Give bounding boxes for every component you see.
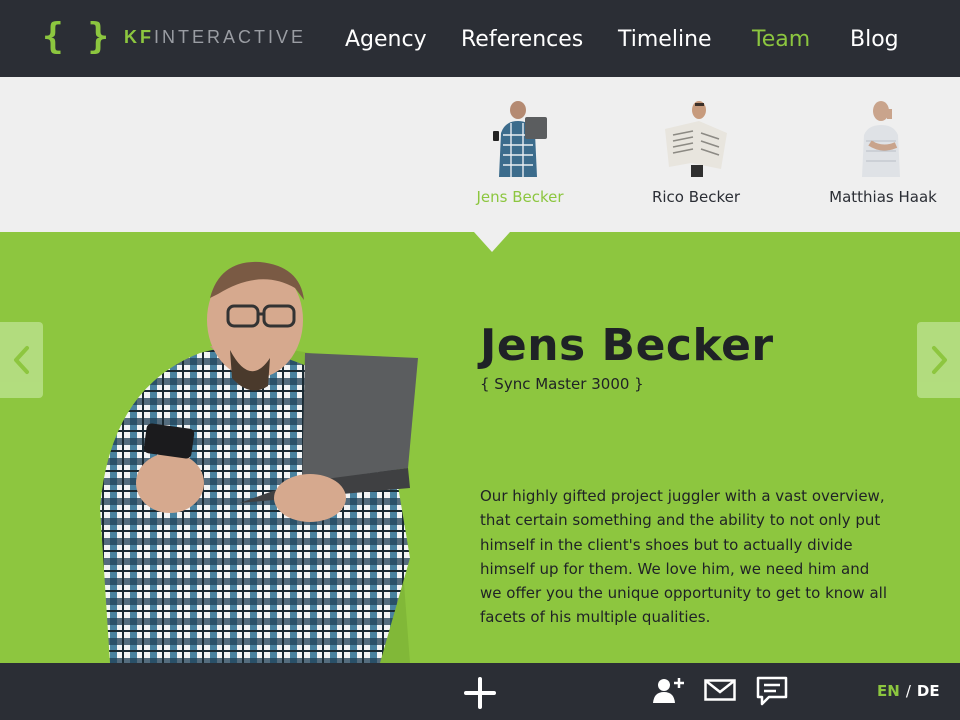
person-reading-newspaper-icon	[665, 101, 727, 177]
team-member-name: Jens Becker	[476, 188, 564, 206]
profile-role: { Sync Master 3000 }	[480, 375, 644, 393]
contact-button[interactable]	[704, 678, 736, 702]
team-member-name: Matthias Haak	[829, 188, 937, 206]
team-member-matthias-haak[interactable]: Matthias Haak	[815, 77, 951, 232]
team-member-rico-becker[interactable]: Rico Becker	[636, 77, 756, 232]
active-member-pointer	[474, 232, 510, 252]
previous-member-button[interactable]	[0, 322, 43, 398]
more-button[interactable]	[462, 675, 498, 711]
person-on-phone-icon	[862, 101, 900, 177]
language-en[interactable]: EN	[877, 682, 900, 700]
chevron-left-icon	[13, 346, 29, 374]
chevron-right-icon	[931, 346, 947, 374]
nav-blog[interactable]: Blog	[850, 24, 899, 56]
top-navigation-bar: { } KFINTERACTIVE Agency References Time…	[0, 0, 960, 77]
page: { } KFINTERACTIVE Agency References Time…	[0, 0, 960, 720]
join-team-button[interactable]	[650, 676, 686, 704]
add-user-icon	[653, 678, 684, 703]
language-de[interactable]: DE	[917, 682, 940, 700]
nav-agency[interactable]: Agency	[345, 24, 427, 56]
nav-references[interactable]: References	[461, 24, 583, 56]
language-separator: /	[905, 682, 911, 700]
chat-icon	[756, 676, 788, 706]
nav-timeline[interactable]: Timeline	[618, 24, 712, 56]
profile-bio: Our highly gifted project juggler with a…	[480, 487, 887, 627]
main-nav: Agency References Timeline Team Blog	[0, 24, 960, 56]
profile-name: Jens Becker	[480, 320, 774, 371]
team-member-strip: Jens Becker Rico Becker Matthias Haak	[0, 77, 960, 232]
team-member-photo	[100, 261, 418, 663]
team-member-name: Rico Becker	[651, 188, 741, 206]
next-member-button[interactable]	[917, 322, 960, 398]
plus-icon	[464, 677, 496, 709]
chat-button[interactable]	[755, 676, 789, 706]
team-member-jens-becker[interactable]: Jens Becker	[460, 77, 580, 232]
mail-icon	[704, 679, 736, 701]
nav-team[interactable]: Team	[752, 24, 810, 56]
language-switcher: EN / DE	[877, 682, 940, 700]
person-with-laptop-icon	[493, 101, 547, 177]
